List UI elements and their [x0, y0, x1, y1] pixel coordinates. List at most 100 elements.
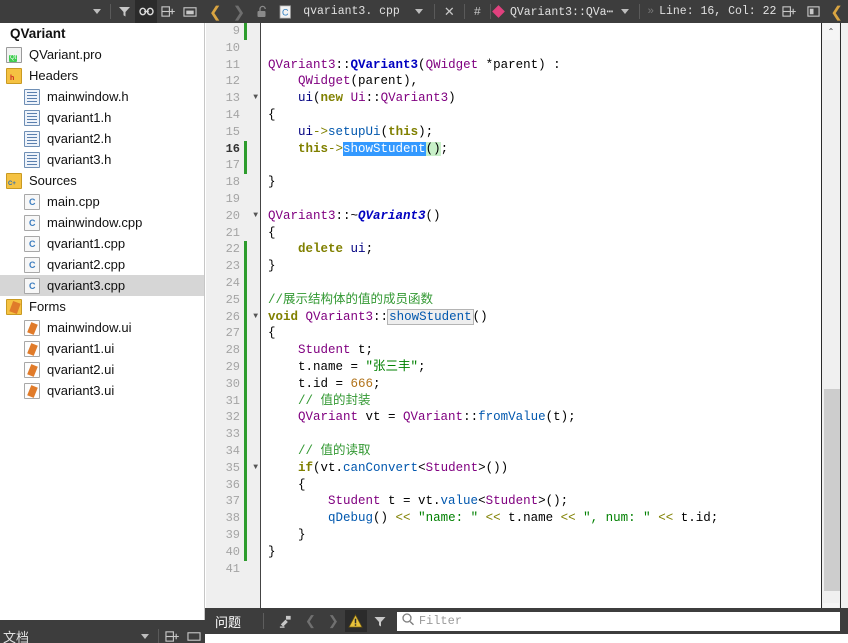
tree-item-sources[interactable]: Sources [0, 170, 204, 191]
code-line-13[interactable]: ui(new Ui::QVariant3) [262, 90, 821, 107]
code-line-31[interactable]: // 值的封装 [262, 393, 821, 410]
line-column-indicator[interactable]: Line: 16, Col: 22 [659, 5, 776, 18]
split-add-icon[interactable] [157, 0, 179, 23]
gutter-line-19[interactable]: 19 [206, 191, 260, 208]
symbol-dropdown-icon[interactable] [614, 0, 636, 23]
tree-item-qvariant2-cpp[interactable]: qvariant2.cpp [0, 254, 204, 275]
documents-dropdown-icon[interactable] [134, 625, 156, 643]
gutter-line-14[interactable]: 14 [206, 107, 260, 124]
tree-item-qvariant3-cpp[interactable]: qvariant3.cpp [0, 275, 204, 296]
gutter-line-25[interactable]: 25 [206, 291, 260, 309]
code-line-35[interactable]: if(vt.canConvert<Student>()) [262, 460, 821, 477]
fold-toggle-icon[interactable]: ▼ [248, 309, 258, 326]
expand-chevron-icon[interactable]: » [643, 6, 658, 18]
tree-item-qvariant-pro[interactable]: QVariant.pro [0, 44, 204, 65]
project-root-label[interactable]: QVariant [0, 23, 204, 44]
scrollbar-track[interactable] [823, 41, 840, 602]
documents-pane-label[interactable]: 文档 [0, 627, 29, 643]
code-line-29[interactable]: t.name = "张三丰"; [262, 359, 821, 376]
gutter-line-37[interactable]: 37 [206, 493, 260, 511]
tree-item-qvariant2-h[interactable]: qvariant2.h [0, 128, 204, 149]
code-line-24[interactable] [262, 275, 821, 292]
prev-issue-icon[interactable]: ❮ [299, 613, 322, 629]
tree-item-qvariant3-h[interactable]: qvariant3.h [0, 149, 204, 170]
code-line-33[interactable] [262, 426, 821, 443]
code-line-20[interactable]: QVariant3::~QVariant3() [262, 208, 821, 225]
gutter-line-38[interactable]: 38 [206, 510, 260, 527]
code-line-21[interactable]: { [262, 225, 821, 242]
gutter-line-24[interactable]: 24 [206, 274, 260, 292]
code-line-28[interactable]: Student t; [262, 342, 821, 359]
code-line-37[interactable]: Student t = vt.value<Student>(); [262, 493, 821, 510]
tree-item-qvariant1-cpp[interactable]: qvariant1.cpp [0, 233, 204, 254]
filter-icon[interactable] [113, 0, 135, 23]
gutter-line-12[interactable]: 12 [206, 73, 260, 90]
code-line-41[interactable] [262, 561, 821, 578]
open-document-selector[interactable]: qvariant3. cpp [297, 0, 400, 23]
code-line-30[interactable]: t.id = 666; [262, 376, 821, 393]
clear-issues-icon[interactable] [272, 614, 299, 629]
chevron-down-icon[interactable] [86, 0, 108, 23]
gutter-line-35[interactable]: 35 ▼ [206, 459, 260, 477]
link-icon[interactable] [135, 0, 158, 23]
project-tree-sidebar[interactable]: QVariant QVariant.pro Headers mainwindow.h… [0, 23, 205, 620]
hash-icon[interactable]: # [468, 5, 487, 19]
gutter-line-20[interactable]: 20 ▼ [206, 208, 260, 225]
gutter-line-32[interactable]: 32 [206, 409, 260, 427]
code-editor[interactable]: 9 10 11 12 13 ▼ 14 15 16 17 18 19 20 ▼ 21 22 23 24 25 26 ▼ 27… [206, 23, 848, 620]
lock-open-icon[interactable] [251, 0, 273, 23]
gutter-line-16[interactable]: 16 [206, 140, 260, 158]
split-editor-icon[interactable] [777, 0, 801, 23]
gutter-line-10[interactable]: 10 [206, 40, 260, 57]
code-line-23[interactable]: } [262, 258, 821, 275]
fold-toggle-icon[interactable]: ▼ [248, 460, 258, 477]
gutter-line-26[interactable]: 26 ▼ [206, 308, 260, 326]
forward-arrow-icon[interactable]: ❯ [228, 3, 251, 21]
back-arrow-icon[interactable]: ❮ [204, 3, 227, 21]
code-line-12[interactable]: QWidget(parent), [262, 73, 821, 90]
panel-icon[interactable] [179, 0, 201, 23]
tree-item-main-cpp[interactable]: main.cpp [0, 191, 204, 212]
code-line-19[interactable] [262, 191, 821, 208]
fold-toggle-icon[interactable]: ▼ [248, 90, 258, 107]
gutter-line-41[interactable]: 41 [206, 561, 260, 578]
tree-item-headers[interactable]: Headers [0, 65, 204, 86]
code-line-9[interactable] [262, 23, 821, 40]
tree-item-qvariant2-ui[interactable]: qvariant2.ui [0, 359, 204, 380]
scrollbar-thumb[interactable] [824, 388, 840, 591]
code-line-15[interactable]: ui->setupUi(this); [262, 124, 821, 141]
code-line-32[interactable]: QVariant vt = QVariant::fromValue(t); [262, 409, 821, 426]
code-line-34[interactable]: // 值的读取 [262, 443, 821, 460]
code-line-27[interactable]: { [262, 325, 821, 342]
scroll-up-icon[interactable]: ⌃ [823, 23, 839, 40]
code-line-40[interactable]: } [262, 544, 821, 561]
gutter-line-30[interactable]: 30 [206, 375, 260, 393]
gutter-line-33[interactable]: 33 [206, 426, 260, 443]
code-line-17[interactable] [262, 157, 821, 174]
code-text-area[interactable]: QVariant3::QVariant3(QWidget *parent) : … [262, 23, 821, 620]
tree-item-qvariant1-h[interactable]: qvariant1.h [0, 107, 204, 128]
gutter-line-23[interactable]: 23 [206, 258, 260, 275]
code-line-39[interactable]: } [262, 527, 821, 544]
code-line-10[interactable] [262, 40, 821, 57]
gutter-line-29[interactable]: 29 [206, 358, 260, 376]
gutter-line-15[interactable]: 15 [206, 124, 260, 141]
tree-item-qvariant3-ui[interactable]: qvariant3.ui [0, 380, 204, 401]
line-number-gutter[interactable]: 9 10 11 12 13 ▼ 14 15 16 17 18 19 20 ▼ 21 22 23 24 25 26 ▼ 27… [206, 23, 261, 620]
code-line-11[interactable]: QVariant3::QVariant3(QWidget *parent) : [262, 57, 821, 74]
current-symbol-label[interactable]: QVariant3::QVa⋯ [510, 4, 614, 19]
code-line-36[interactable]: { [262, 477, 821, 494]
gutter-line-34[interactable]: 34 [206, 442, 260, 460]
editor-vertical-scrollbar[interactable]: ⌃ ⌄ [821, 23, 848, 620]
gutter-line-40[interactable]: 40 [206, 543, 260, 561]
code-line-22[interactable]: delete ui; [262, 241, 821, 258]
code-line-14[interactable]: { [262, 107, 821, 124]
code-line-16[interactable]: this->showStudent(); [262, 141, 821, 158]
tree-item-mainwindow-ui[interactable]: mainwindow.ui [0, 317, 204, 338]
code-line-25[interactable]: //展示结构体的值的成员函数 [262, 292, 821, 309]
gutter-line-27[interactable]: 27 [206, 325, 260, 343]
gutter-line-39[interactable]: 39 [206, 526, 260, 544]
issues-filter-icon[interactable] [367, 615, 393, 628]
gutter-line-9[interactable]: 9 [206, 23, 260, 40]
gutter-line-22[interactable]: 22 [206, 241, 260, 259]
